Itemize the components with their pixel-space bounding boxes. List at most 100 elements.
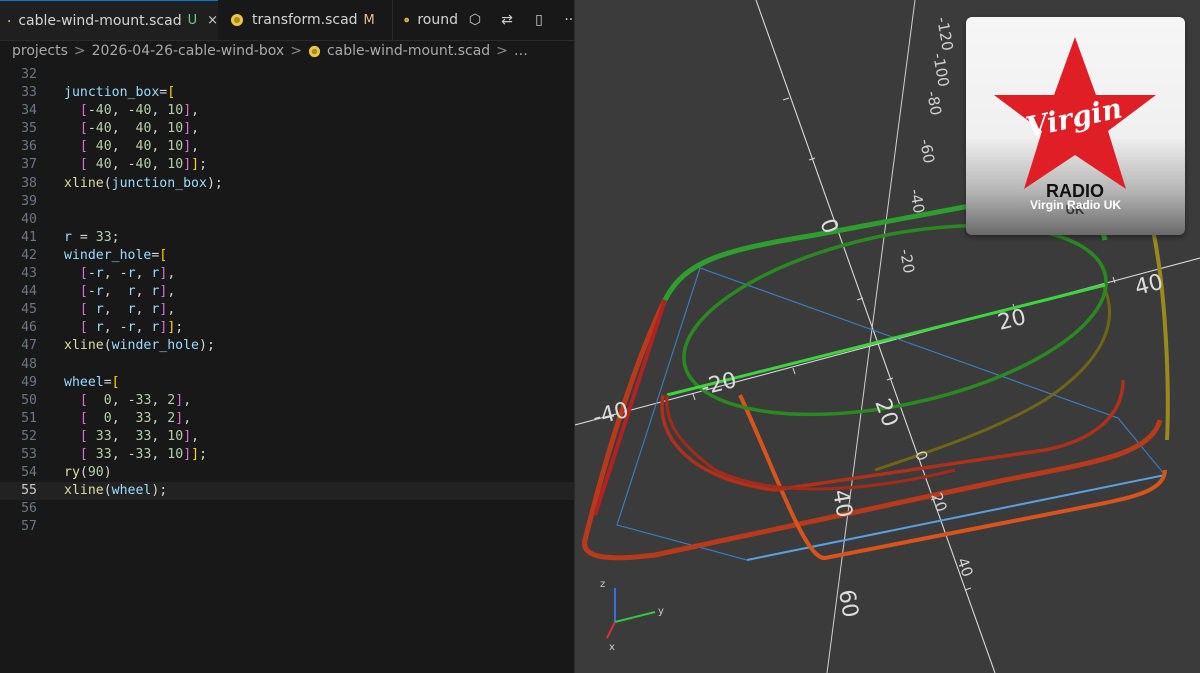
code-token: 40 <box>95 157 112 173</box>
code-token: winder_hole <box>64 247 152 263</box>
preview-icon[interactable]: ⬡ <box>465 12 485 28</box>
code-token: 40 <box>95 121 112 137</box>
code-token: xline <box>64 175 104 191</box>
code-line[interactable]: 38 xline(junction_box); <box>0 175 574 193</box>
z-label-neg60: -60 <box>916 138 938 165</box>
code-token: [ <box>79 302 88 318</box>
code-line[interactable]: 52 [ 33, 33, 10], <box>0 428 574 446</box>
line-number: 57 <box>21 519 37 535</box>
code-line[interactable]: 40 <box>0 211 574 229</box>
more-actions-icon[interactable]: ··· <box>561 12 574 28</box>
code-token: , <box>167 266 176 282</box>
code-line[interactable]: 42 winder_hole=[ <box>0 247 574 265</box>
code-editor[interactable]: cable-wind-mount.scad U × transform.scad… <box>0 0 574 673</box>
tab-round[interactable]: round <box>394 0 458 40</box>
code-token: , <box>151 121 168 137</box>
code-line[interactable]: 51 [ 0, 33, 2], <box>0 410 574 428</box>
code-line[interactable]: 43 [-r, -r, r], <box>0 265 574 283</box>
code-line[interactable]: 41 r = 33; <box>0 229 574 247</box>
code-token: , <box>191 428 200 444</box>
z-label-neg40: -40 <box>906 188 928 215</box>
code-line[interactable]: 44 [-r, r, r], <box>0 283 574 301</box>
z-label-neg120: -120 <box>933 16 957 53</box>
code-line[interactable]: 36 [ 40, 40, 10], <box>0 138 574 156</box>
code-token: 33 <box>135 392 152 408</box>
now-playing-card[interactable]: Virgin RADIO UK Virgin Radio UK <box>966 17 1185 235</box>
code-line[interactable]: 46 [ r, -r, r]]; <box>0 319 574 337</box>
gizmo-z-label: z <box>600 579 605 590</box>
breadcrumb-separator: > <box>496 43 508 59</box>
code-line[interactable]: 37 [ 40, -40, 10]]; <box>0 156 574 174</box>
code-token: [ <box>79 139 88 155</box>
code-line[interactable]: 49 wheel=[ <box>0 374 574 392</box>
line-number: 41 <box>21 229 37 245</box>
tab-label: cable-wind-mount.scad <box>18 12 182 29</box>
code-token: r <box>95 302 104 318</box>
code-token: , <box>183 410 192 426</box>
code-line[interactable]: 47 xline(winder_hole); <box>0 337 574 355</box>
code-lines[interactable]: 32 33 junction_box=[34 [-40, -40, 10], 35 [… <box>0 66 574 536</box>
line-source: junction_box=[ <box>64 84 175 102</box>
code-line[interactable]: 57 <box>0 518 574 536</box>
compare-changes-icon[interactable]: ⇄ <box>497 12 517 28</box>
code-token: [ <box>111 374 120 390</box>
code-token: 40 <box>135 139 152 155</box>
line-number: 35 <box>21 121 37 137</box>
code-token: , <box>135 284 152 300</box>
code-line[interactable]: 50 [ 0, -33, 2], <box>0 392 574 410</box>
code-line[interactable]: 55 xline(wheel); <box>0 482 574 501</box>
code-token: 33 <box>135 446 152 462</box>
code-token: , <box>151 103 168 119</box>
code-line[interactable]: 33 junction_box=[ <box>0 84 574 102</box>
code-token: 33 <box>95 446 112 462</box>
breadcrumb-item-projects[interactable]: projects <box>12 43 68 59</box>
code-token: r <box>64 229 72 245</box>
code-token: wheel <box>111 483 152 499</box>
breadcrumb-item-file[interactable]: cable-wind-mount.scad <box>327 43 490 59</box>
code-token: [ <box>79 320 88 336</box>
gizmo-x-label: x <box>609 642 615 653</box>
code-token: ; <box>175 320 184 336</box>
code-line[interactable]: 53 [ 33, -33, 10]]; <box>0 446 574 464</box>
code-line[interactable]: 39 <box>0 193 574 211</box>
tab-cable-wind-mount[interactable]: cable-wind-mount.scad U × <box>0 0 218 40</box>
code-line[interactable]: 45 [ r, r, r], <box>0 301 574 319</box>
code-token: , - <box>111 157 136 173</box>
code-line[interactable]: 54 ry(90) <box>0 464 574 482</box>
code-token: 10 <box>167 121 184 137</box>
line-number: 52 <box>21 428 37 444</box>
code-token: ); <box>199 338 215 354</box>
winder-path-olive <box>1143 199 1170 441</box>
code-token: , - <box>103 266 128 282</box>
wheel-ellipse-red <box>665 394 956 491</box>
tab-transform[interactable]: transform.scad M <box>218 0 393 40</box>
untracked-badge: U <box>187 13 198 28</box>
code-token: , <box>103 284 128 300</box>
breadcrumb-ellipsis[interactable]: … <box>514 43 528 59</box>
code-token: junction_box <box>111 175 207 191</box>
code-token: 40 <box>95 103 112 119</box>
split-editor-icon[interactable]: ▯ <box>529 12 549 28</box>
code-token: , <box>135 302 152 318</box>
line-number: 51 <box>21 410 37 426</box>
code-token: 33 <box>95 229 112 245</box>
code-line[interactable]: 35 [-40, 40, 10], <box>0 120 574 138</box>
breadcrumb-item-folder[interactable]: 2026-04-26-cable-wind-box <box>92 43 285 59</box>
close-icon[interactable]: × <box>207 13 218 28</box>
code-token: , <box>111 428 136 444</box>
code-token: 10 <box>167 139 184 155</box>
code-line[interactable]: 48 <box>0 356 574 374</box>
code-line[interactable]: 34 [-40, -40, 10], <box>0 102 574 120</box>
code-line[interactable]: 32 <box>0 66 574 84</box>
code-line[interactable]: 56 <box>0 500 574 518</box>
openscad-file-icon <box>231 14 243 26</box>
